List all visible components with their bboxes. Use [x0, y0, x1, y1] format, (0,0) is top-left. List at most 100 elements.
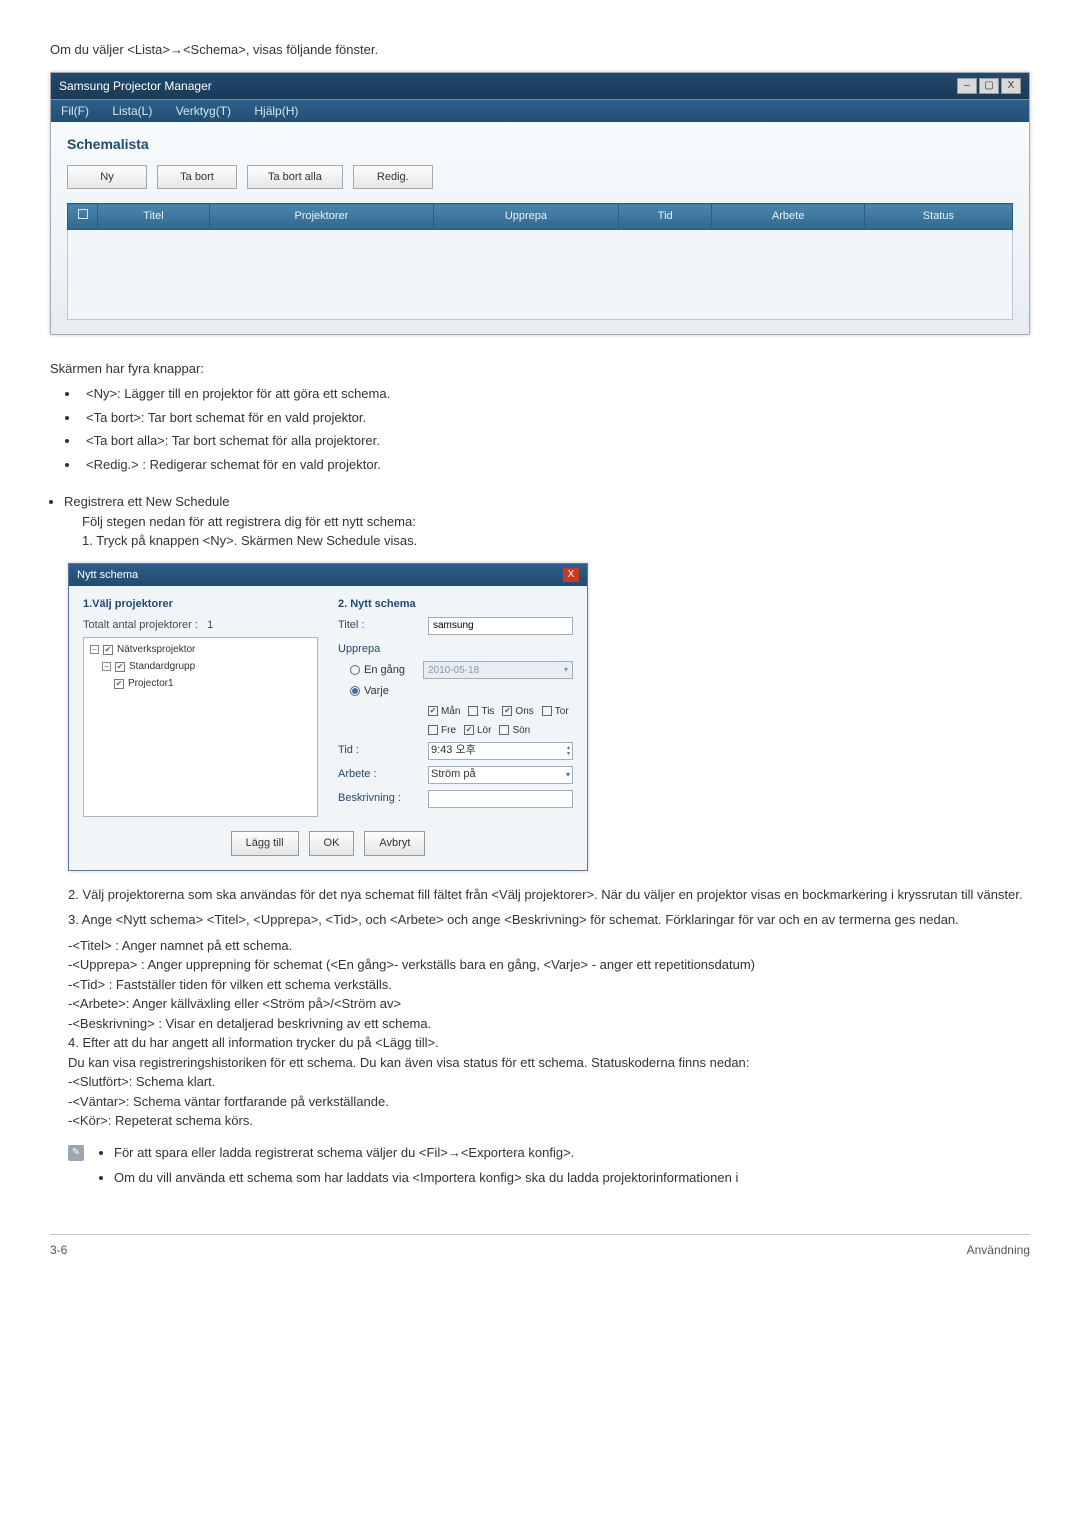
dialog-titlebar: Nytt schema X — [69, 564, 587, 587]
register-heading: Registrera ett New Schedule — [64, 494, 229, 509]
checkbox-wed[interactable]: ✔ — [502, 706, 512, 716]
menu-file[interactable]: Fil(F) — [51, 102, 99, 120]
work-select[interactable]: Ström på ▾ — [428, 766, 573, 784]
minimize-button[interactable]: – — [957, 78, 977, 94]
time-spinner[interactable]: 9:43 오후 ▴▾ — [428, 742, 573, 760]
checkbox-icon[interactable]: ✔ — [114, 679, 124, 689]
radio-each[interactable] — [350, 686, 360, 696]
def-time: -<Tid> : Fastställer tiden för vilken et… — [68, 975, 1030, 995]
step-4a: 4. Efter att du har angett all informati… — [68, 1033, 1030, 1053]
dialog-title-text: Nytt schema — [77, 567, 138, 584]
tree-row[interactable]: – ✔ Nätverksprojektor — [90, 642, 311, 657]
once-date: 2010-05-18 — [428, 663, 479, 678]
note-box: ✎ För att spara eller ladda registrerat … — [68, 1143, 1030, 1194]
tree-label: Nätverksprojektor — [117, 642, 195, 657]
table-body-empty — [67, 230, 1013, 320]
tree-label: Standardgrupp — [129, 659, 195, 674]
buttons-caption: Skärmen har fyra knappar: — [50, 359, 1030, 379]
time-label: Tid : — [338, 742, 418, 759]
dialog-close-button[interactable]: X — [563, 568, 579, 582]
close-button[interactable]: X — [1001, 78, 1021, 94]
menu-tools[interactable]: Verktyg(T) — [166, 102, 241, 120]
register-section: Registrera ett New Schedule Följ stegen … — [50, 492, 1030, 551]
cancel-button[interactable]: Avbryt — [364, 831, 425, 856]
note-item: För att spara eller ladda registrerat sc… — [114, 1143, 738, 1163]
expander-icon[interactable]: – — [90, 645, 99, 654]
checkbox-icon[interactable]: ✔ — [115, 662, 125, 672]
app-screenshot-1: Samsung Projector Manager – ▢ X Fil(F) L… — [50, 72, 1030, 335]
radio-once[interactable] — [350, 665, 360, 675]
checkbox-thu[interactable] — [542, 706, 552, 716]
step-3: 3. Ange <Nytt schema> <Titel>, <Upprepa>… — [68, 910, 1030, 930]
chevron-down-icon: ▾ — [564, 664, 568, 676]
step-4b: Du kan visa registreringshistoriken för … — [68, 1053, 1030, 1073]
status-wait: -<Väntar>: Schema väntar fortfarande på … — [68, 1092, 1030, 1112]
radio-each-label: Varje — [364, 683, 389, 700]
register-intro: Följ stegen nedan för att registrera dig… — [82, 512, 1030, 532]
status-done: -<Slutfört>: Schema klart. — [68, 1072, 1030, 1092]
page-footer: 3-6 Användning — [50, 1234, 1030, 1259]
window-title: Samsung Projector Manager — [59, 77, 212, 95]
list-item: <Ta bort>: Tar bort schemat för en vald … — [80, 408, 1030, 428]
col-repeat[interactable]: Upprepa — [433, 204, 618, 230]
work-label: Arbete : — [338, 766, 418, 783]
checkbox-tue[interactable] — [468, 706, 478, 716]
col-time[interactable]: Tid — [619, 204, 712, 230]
checkbox-mon[interactable]: ✔ — [428, 706, 438, 716]
desc-input[interactable] — [428, 790, 573, 808]
window-titlebar: Samsung Projector Manager – ▢ X — [51, 73, 1029, 100]
checkbox-sat[interactable]: ✔ — [464, 725, 474, 735]
button-desc-list: <Ny>: Lägger till en projektor för att g… — [50, 384, 1030, 474]
col-projectors[interactable]: Projektorer — [209, 204, 433, 230]
pane: Schemalista Ny Ta bort Ta bort alla Redi… — [51, 122, 1029, 334]
window-controls: – ▢ X — [957, 78, 1021, 94]
checkbox-sun[interactable] — [499, 725, 509, 735]
new-schedule-dialog: Nytt schema X 1.Välj projektorer Totalt … — [68, 563, 588, 871]
tree-row[interactable]: ✔ Projector1 — [114, 676, 311, 691]
projector-tree[interactable]: – ✔ Nätverksprojektor – ✔ Standardgrupp … — [83, 637, 318, 817]
time-value: 9:43 오후 — [431, 742, 476, 759]
weekday-row: ✔Mån Tis ✔Ons Tor — [428, 704, 573, 719]
status-run: -<Kör>: Repeterat schema körs. — [68, 1111, 1030, 1131]
title-input[interactable] — [428, 617, 573, 635]
menu-list[interactable]: Lista(L) — [102, 102, 162, 120]
note-icon: ✎ — [68, 1145, 84, 1161]
checkbox-icon[interactable]: ✔ — [103, 645, 113, 655]
footer-right: Användning — [967, 1241, 1030, 1259]
col-work[interactable]: Arbete — [712, 204, 864, 230]
new-button[interactable]: Ny — [67, 165, 147, 190]
work-value: Ström på — [431, 766, 476, 783]
repeat-label: Upprepa — [338, 641, 573, 658]
pane-title: Schemalista — [67, 134, 1013, 155]
chevron-down-icon: ▾ — [566, 769, 570, 781]
expander-icon[interactable]: – — [102, 662, 111, 671]
col-check[interactable] — [68, 204, 98, 230]
step-1: 1. Tryck på knappen <Ny>. Skärmen New Sc… — [82, 531, 1030, 551]
title-label: Titel : — [338, 617, 418, 634]
def-repeat: -<Upprepa> : Anger upprepning för schema… — [68, 955, 1030, 975]
checkbox-fri[interactable] — [428, 725, 438, 735]
edit-button[interactable]: Redig. — [353, 165, 433, 190]
col2-heading: 2. Nytt schema — [338, 596, 573, 613]
def-title: -<Titel> : Anger namnet på ett schema. — [68, 936, 1030, 956]
ok-button[interactable]: OK — [309, 831, 355, 856]
step-2: 2. Välj projektorerna som ska användas f… — [68, 885, 1030, 905]
maximize-button[interactable]: ▢ — [979, 78, 999, 94]
total-projectors: Totalt antal projektorer : 1 — [83, 617, 318, 634]
tree-row[interactable]: – ✔ Standardgrupp — [102, 659, 311, 674]
delete-all-button[interactable]: Ta bort alla — [247, 165, 343, 190]
col-title[interactable]: Titel — [98, 204, 210, 230]
col-status[interactable]: Status — [864, 204, 1012, 230]
tree-label: Projector1 — [128, 676, 174, 691]
list-item: <Ta bort alla>: Tar bort schemat för all… — [80, 431, 1030, 451]
menu-help[interactable]: Hjälp(H) — [244, 102, 308, 120]
note-item: Om du vill använda ett schema som har la… — [114, 1168, 738, 1188]
add-button[interactable]: Lägg till — [231, 831, 299, 856]
intro-text: Om du väljer <Lista>→<Schema>, visas föl… — [50, 40, 1030, 60]
menubar: Fil(F) Lista(L) Verktyg(T) Hjälp(H) — [51, 100, 1029, 122]
def-work: -<Arbete>: Anger källväxling eller <Strö… — [68, 994, 1030, 1014]
spinner-buttons[interactable]: ▴▾ — [567, 745, 570, 757]
footer-left: 3-6 — [50, 1241, 67, 1259]
delete-button[interactable]: Ta bort — [157, 165, 237, 190]
radio-once-label: En gång — [364, 662, 405, 679]
